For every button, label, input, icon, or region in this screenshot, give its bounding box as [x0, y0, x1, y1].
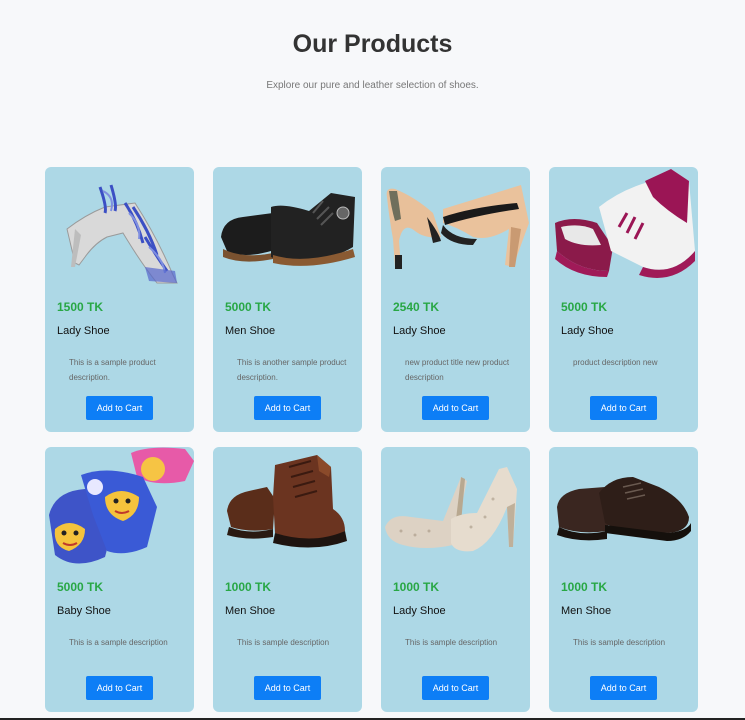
product-image [66, 184, 178, 284]
product-image [49, 447, 194, 564]
product-description: This is sample description [405, 638, 498, 647]
product-price: 2540 TK [393, 300, 440, 314]
product-price: 1000 TK [225, 580, 272, 594]
page-title: Our Products [292, 30, 453, 58]
add-to-cart-button[interactable]: Add to Cart [590, 396, 657, 420]
product-card: 5000 TK Men Shoe This is another sample … [213, 167, 362, 432]
add-to-cart-button[interactable]: Add to Cart [254, 676, 321, 700]
product-description: This is another sample product descripti… [237, 358, 347, 382]
product-image [557, 477, 691, 541]
product-name: Lady Shoe [57, 325, 110, 337]
product-card: 5000 TK Baby Shoe This is a sample descr… [45, 447, 194, 712]
product-name: Men Shoe [561, 605, 612, 617]
add-to-cart-button[interactable]: Add to Cart [86, 676, 153, 700]
product-name: Lady Shoe [393, 325, 446, 337]
product-price: 5000 TK [561, 300, 608, 314]
product-name: Lady Shoe [561, 325, 614, 337]
add-to-cart-button[interactable]: Add to Cart [422, 396, 489, 420]
product-grid: 1500 TK Lady Shoe This is a sample produ… [45, 167, 698, 712]
product-image [221, 193, 355, 266]
product-name: Men Shoe [225, 605, 276, 617]
add-to-cart-button[interactable]: Add to Cart [254, 396, 321, 420]
page-subtitle: Explore our pure and leather selection o… [266, 80, 479, 91]
product-image [227, 455, 347, 548]
add-to-cart-button[interactable]: Add to Cart [86, 396, 153, 420]
product-card: 1000 TK Men Shoe This is sample descript… [549, 447, 698, 712]
product-price: 5000 TK [57, 580, 104, 594]
product-card: 1500 TK Lady Shoe This is a sample produ… [45, 167, 194, 432]
product-name: Baby Shoe [57, 605, 111, 617]
product-description: This is a sample description [69, 638, 168, 647]
product-price: 5000 TK [225, 300, 272, 314]
product-image [555, 169, 695, 278]
product-price: 1500 TK [57, 300, 104, 314]
product-description: product description new [573, 358, 658, 367]
product-card: 2540 TK Lady Shoe new product title new … [381, 167, 530, 432]
product-card: 5000 TK Lady Shoe product description ne… [549, 167, 698, 432]
product-image [386, 185, 529, 269]
product-description: new product title new product descriptio… [405, 358, 510, 382]
add-to-cart-button[interactable]: Add to Cart [590, 676, 657, 700]
product-name: Lady Shoe [393, 605, 446, 617]
product-name: Men Shoe [225, 325, 276, 337]
product-card: 1000 TK Men Shoe This is sample descript… [213, 447, 362, 712]
product-price: 1000 TK [393, 580, 440, 594]
add-to-cart-button[interactable]: Add to Cart [422, 676, 489, 700]
product-card: 1000 TK Lady Shoe This is sample descrip… [381, 447, 530, 712]
product-price: 1000 TK [561, 580, 608, 594]
product-description: This is sample description [237, 638, 330, 647]
product-description: This is sample description [573, 638, 666, 647]
product-description: This is a sample product description. [69, 358, 156, 382]
product-image [385, 467, 517, 552]
